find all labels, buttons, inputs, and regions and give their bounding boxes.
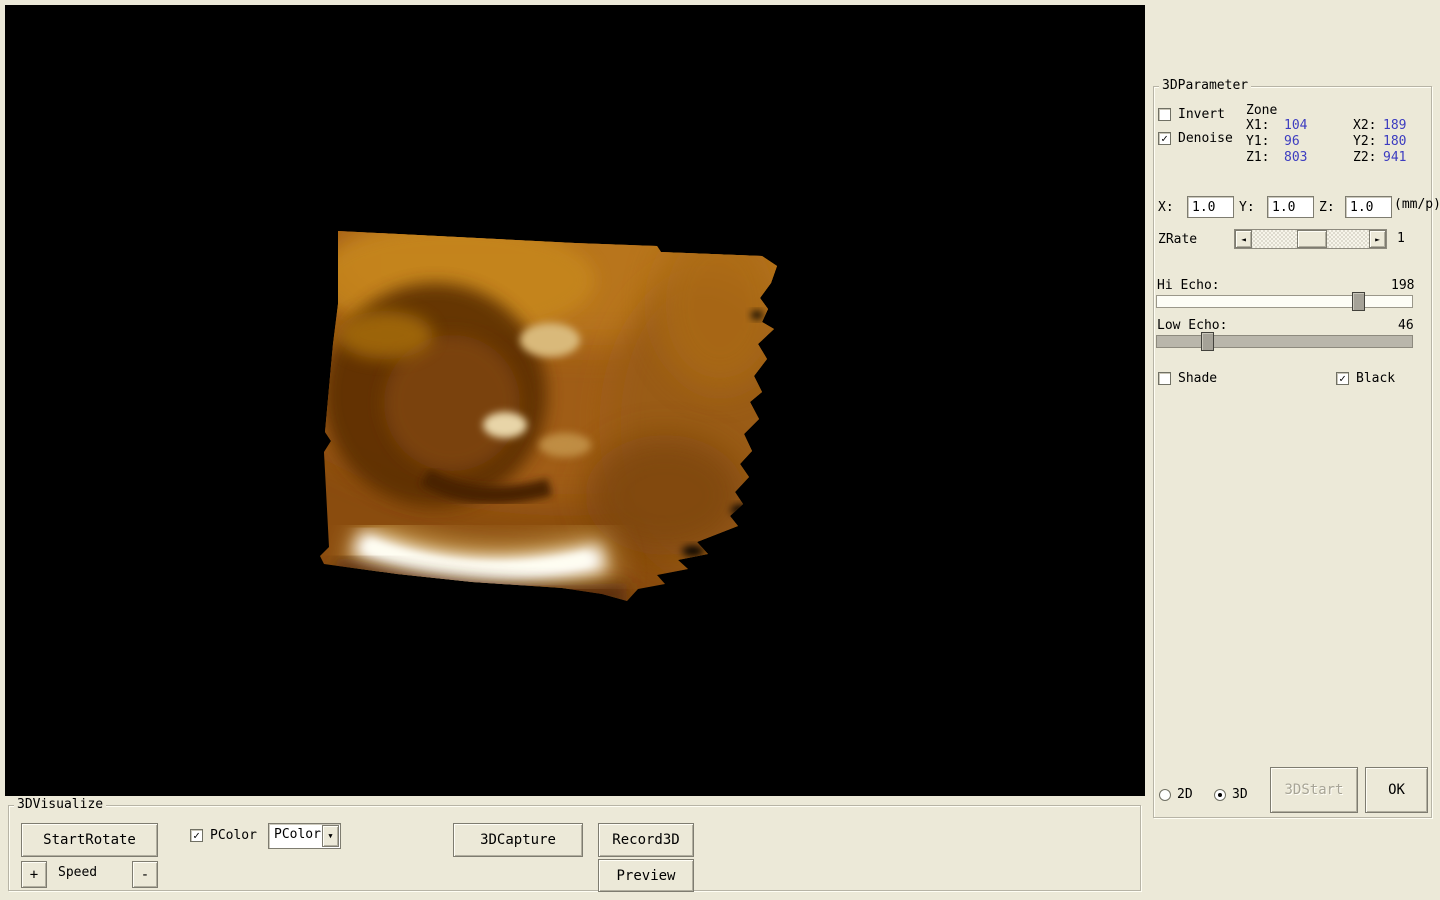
scale-z-label: Z:: [1319, 200, 1335, 215]
parameter-group-title: 3DParameter: [1159, 79, 1251, 93]
zone-x1-label: X1:: [1246, 118, 1269, 133]
zrate-scrollbar-thumb[interactable]: [1297, 230, 1327, 248]
scale-y-label: Y:: [1239, 200, 1255, 215]
zone-y1-value: 96: [1284, 134, 1300, 149]
radio-2d-label: 2D: [1177, 787, 1193, 802]
black-checkbox[interactable]: ✓: [1336, 372, 1349, 385]
zrate-value: 1: [1397, 231, 1405, 246]
render-viewport[interactable]: [5, 5, 1145, 796]
zone-y2-value: 180: [1383, 134, 1406, 149]
pcolor-dropdown[interactable]: PColor ▼: [268, 823, 341, 849]
denoise-checkbox[interactable]: ✓: [1158, 132, 1171, 145]
visualize-groupbox: 3DVisualize StartRotate + Speed - ✓ PCol…: [8, 805, 1141, 891]
scale-x-label: X:: [1158, 200, 1174, 215]
arrow-right-icon: ►: [1375, 235, 1380, 244]
visualize-group-title: 3DVisualize: [14, 798, 106, 812]
hi-echo-slider-thumb[interactable]: [1352, 292, 1365, 311]
radio-3d[interactable]: [1214, 789, 1226, 801]
pcolor-checkbox[interactable]: ✓: [190, 829, 203, 842]
radio-3d-label: 3D: [1232, 787, 1248, 802]
zrate-scroll-right-button[interactable]: ►: [1369, 230, 1386, 248]
radio-2d[interactable]: [1159, 789, 1171, 801]
hi-echo-label: Hi Echo:: [1157, 278, 1220, 293]
zone-x1-value: 104: [1284, 118, 1307, 133]
hi-echo-slider[interactable]: [1156, 295, 1413, 308]
pcolor-checkbox-label: PColor: [210, 828, 257, 843]
zone-z1-label: Z1:: [1246, 150, 1269, 165]
ultrasound-3d-app-window: { "window": { "bg_color": "#ece9d8", "vi…: [0, 0, 1440, 900]
start-3d-button[interactable]: 3DStart: [1270, 767, 1358, 813]
speed-minus-button[interactable]: -: [132, 861, 158, 888]
shade-checkbox[interactable]: [1158, 372, 1171, 385]
scale-z-input[interactable]: [1345, 196, 1392, 218]
low-echo-slider[interactable]: [1156, 335, 1413, 348]
invert-checkbox[interactable]: [1158, 108, 1171, 121]
chevron-down-icon: ▼: [328, 832, 332, 840]
record-3d-button[interactable]: Record3D: [598, 823, 694, 857]
zone-title: Zone: [1246, 103, 1277, 118]
denoise-checkmark: ✓: [1161, 133, 1168, 144]
start-rotate-button[interactable]: StartRotate: [21, 823, 158, 857]
hi-echo-value: 198: [1391, 278, 1414, 293]
low-echo-label: Low Echo:: [1157, 318, 1227, 333]
denoise-label: Denoise: [1178, 131, 1233, 146]
parameter-groupbox: 3DParameter Invert ✓ Denoise Zone X1: 10…: [1153, 86, 1432, 818]
pcolor-dropdown-value: PColor: [274, 827, 321, 842]
radio-3d-dot: [1218, 793, 1222, 797]
low-echo-slider-thumb[interactable]: [1201, 332, 1214, 351]
zrate-scrollbar[interactable]: ◄ ►: [1234, 229, 1387, 249]
shade-label: Shade: [1178, 371, 1217, 386]
ultrasound-volume-render: [5, 5, 1145, 796]
scale-y-input[interactable]: [1267, 196, 1314, 218]
zone-x2-label: X2:: [1353, 118, 1376, 133]
scale-unit-label: (mm/p): [1394, 197, 1440, 212]
zone-x2-value: 189: [1383, 118, 1406, 133]
zone-z1-value: 803: [1284, 150, 1307, 165]
low-echo-value: 46: [1398, 318, 1414, 333]
ok-button[interactable]: OK: [1365, 767, 1428, 813]
zone-z2-label: Z2:: [1353, 150, 1376, 165]
zone-z2-value: 941: [1383, 150, 1406, 165]
black-label: Black: [1356, 371, 1395, 386]
zrate-scroll-left-button[interactable]: ◄: [1235, 230, 1252, 248]
scale-x-input[interactable]: [1187, 196, 1234, 218]
zone-y2-label: Y2:: [1353, 134, 1376, 149]
pcolor-dropdown-button[interactable]: ▼: [322, 825, 339, 847]
speed-plus-button[interactable]: +: [21, 861, 47, 888]
invert-label: Invert: [1178, 107, 1225, 122]
preview-button[interactable]: Preview: [598, 859, 694, 892]
arrow-left-icon: ◄: [1241, 235, 1246, 244]
capture-3d-button[interactable]: 3DCapture: [453, 823, 583, 857]
zone-y1-label: Y1:: [1246, 134, 1269, 149]
speed-label: Speed: [58, 865, 97, 880]
zrate-label: ZRate: [1158, 232, 1197, 247]
black-checkmark: ✓: [1339, 373, 1346, 384]
pcolor-checkmark: ✓: [193, 830, 200, 841]
